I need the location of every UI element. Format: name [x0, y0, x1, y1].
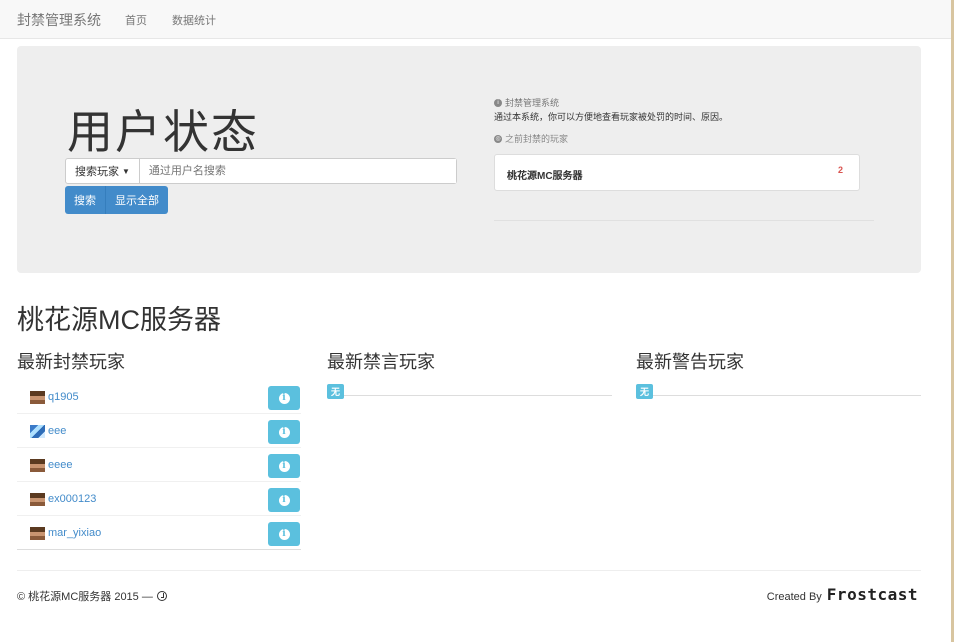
avatar [30, 391, 45, 404]
avatar [30, 425, 45, 438]
info-circle-icon: i [494, 98, 502, 107]
info-block: i 封禁管理系统 通过本系统，你可以方便地查看玩家被处罚的时间、原因。 ◎ 之前… [494, 96, 894, 145]
player-info-button[interactable]: i [268, 386, 300, 410]
server-name: 桃花源MC服务器 [507, 171, 583, 182]
caret-down-icon: ▼ [122, 166, 130, 176]
info-icon: i [278, 426, 290, 438]
player-link[interactable]: eee [48, 425, 66, 437]
banned-player-list: q1905 i eee i eeee i ex000123 i mar_yixi… [17, 380, 301, 550]
muted-empty-state: 无 [327, 382, 612, 399]
search-button-group: 搜索 显示全部 [65, 186, 168, 214]
server-list-item[interactable]: 桃花源MC服务器 2 [494, 154, 860, 191]
info-heading: i 封禁管理系统 [494, 96, 894, 109]
ban-count-badge: 2 [837, 165, 843, 175]
none-label: 无 [327, 384, 345, 399]
info-description: 通过本系统，你可以方便地查看玩家被处罚的时间、原因。 [494, 112, 729, 122]
player-info-button[interactable]: i [268, 488, 300, 512]
page: 封禁管理系统 首页 数据统计 用户状态 搜索玩家 ▼ 搜索 显示全部 i 封禁管… [0, 0, 954, 642]
jumbotron: 用户状态 搜索玩家 ▼ 搜索 显示全部 i 封禁管理系统 通过本系统，你可以方便… [17, 46, 921, 273]
frostcast-logo[interactable]: Frostcast [827, 585, 918, 604]
avatar [30, 493, 45, 506]
list-item: ex000123 i [17, 482, 301, 516]
player-link[interactable]: ex000123 [48, 493, 96, 505]
brand-link[interactable]: 封禁管理系统 [17, 10, 101, 30]
search-type-label: 搜索玩家 [75, 166, 119, 178]
avatar [30, 459, 45, 472]
warned-column-title: 最新警告玩家 [636, 352, 744, 372]
search-input[interactable] [139, 159, 456, 183]
none-label: 无 [636, 384, 654, 399]
copyright-text: © 桃花源MC服务器 2015 — [17, 591, 153, 603]
avatar [30, 527, 45, 540]
info-icon: i [278, 494, 290, 506]
info-icon: i [278, 528, 290, 540]
info-icon: i [278, 460, 290, 472]
player-info-button[interactable]: i [268, 420, 300, 444]
search-group: 搜索玩家 ▼ [65, 158, 457, 184]
globe-icon: ◎ [494, 134, 502, 143]
list-item: mar_yixiao i [17, 516, 301, 550]
banned-column-title: 最新封禁玩家 [17, 352, 125, 372]
player-link[interactable]: eeee [48, 459, 72, 471]
navbar: 封禁管理系统 首页 数据统计 [0, 0, 951, 39]
nav-link-stats[interactable]: 数据统计 [172, 12, 216, 28]
list-item: q1905 i [17, 380, 301, 414]
server-title: 桃花源MC服务器 [17, 305, 221, 335]
info-heading-text: 封禁管理系统 [505, 98, 560, 108]
info-icon: i [278, 392, 290, 404]
player-link[interactable]: q1905 [48, 391, 79, 403]
warned-empty-state: 无 [636, 382, 921, 399]
created-by-text: Created By [766, 591, 822, 603]
previous-heading-text: 之前封禁的玩家 [505, 134, 569, 144]
previous-heading: ◎ 之前封禁的玩家 [494, 132, 894, 145]
footer-copyright: © 桃花源MC服务器 2015 — [17, 588, 167, 604]
footer-divider [17, 570, 921, 571]
divider [494, 220, 874, 221]
muted-column-title: 最新禁言玩家 [327, 352, 435, 372]
list-item: eee i [17, 414, 301, 448]
player-info-button[interactable]: i [268, 522, 300, 546]
list-item: eeee i [17, 448, 301, 482]
search-button[interactable]: 搜索 [65, 186, 106, 214]
player-info-button[interactable]: i [268, 454, 300, 478]
clock-icon [156, 591, 167, 601]
search-type-dropdown[interactable]: 搜索玩家 ▼ [66, 159, 140, 183]
nav-link-home[interactable]: 首页 [125, 12, 147, 28]
footer-credit: Created By Frostcast [767, 585, 918, 604]
player-link[interactable]: mar_yixiao [48, 527, 101, 539]
show-all-button[interactable]: 显示全部 [106, 186, 168, 214]
page-title: 用户状态 [67, 105, 259, 159]
